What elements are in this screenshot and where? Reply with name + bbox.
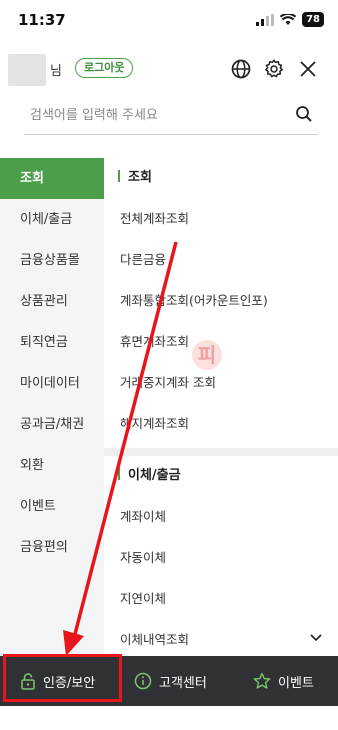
bottom-item-customer-center[interactable]: 고객센터 [134, 656, 207, 706]
sidebar-item-mydata[interactable]: 마이데이터 [0, 363, 104, 404]
sidebar-item-inquiry[interactable]: 조회 [0, 158, 104, 199]
gear-icon[interactable] [262, 57, 286, 81]
status-icons: 78 [256, 12, 324, 27]
globe-icon[interactable] [229, 57, 253, 81]
user-name: 님 [50, 64, 62, 79]
menu-item[interactable]: 전체계좌조회 [104, 198, 338, 239]
star-icon [253, 672, 271, 689]
close-icon[interactable] [296, 57, 320, 81]
category-sidebar: 조회 이체/출금 금융상품몰 상품관리 퇴직연금 마이데이터 공과금/채권 외환… [0, 158, 104, 656]
sidebar-item-product-management[interactable]: 상품관리 [0, 281, 104, 322]
menu-item[interactable]: 계좌통합조회(어카운트인포) [104, 280, 338, 321]
watermark-icon: 피 [192, 340, 222, 370]
menu-item[interactable]: 계좌이체 [104, 496, 338, 537]
sidebar-item-products[interactable]: 금융상품몰 [0, 240, 104, 281]
sidebar-item-bills[interactable]: 공과금/채권 [0, 404, 104, 445]
search-input[interactable] [28, 102, 282, 128]
search-icon[interactable] [294, 104, 314, 124]
menu-item[interactable]: 자동이체 [104, 537, 338, 578]
section-header-inquiry: 조회 [104, 158, 338, 198]
section-title: 조회 [128, 170, 152, 185]
sidebar-item-events[interactable]: 이벤트 [0, 486, 104, 527]
menu-header: 님 로그아웃 [0, 48, 338, 92]
avatar [8, 54, 46, 86]
status-bar: 11:37 78 [0, 0, 338, 44]
logout-button[interactable]: 로그아웃 [75, 58, 134, 78]
bottom-item-events[interactable]: 이벤트 [253, 656, 314, 706]
menu-item[interactable]: 다른금융 [104, 239, 338, 280]
section-accent-bar [118, 170, 120, 182]
battery-indicator: 78 [302, 12, 324, 27]
search-bar [24, 96, 318, 135]
sidebar-item-transfer[interactable]: 이체/출금 [0, 199, 104, 240]
sidebar-item-pension[interactable]: 퇴직연금 [0, 322, 104, 363]
status-time: 11:37 [18, 11, 66, 29]
menu-item[interactable]: 지연이체 [104, 578, 338, 619]
annotation-highlight-box [3, 654, 122, 702]
section-header-transfer: 이체/출금 [104, 456, 338, 496]
menu-item-expandable[interactable]: 이체내역조회 [104, 619, 338, 656]
home-indicator-area [0, 706, 338, 730]
bottom-item-label: 고객센터 [159, 675, 207, 691]
section-title: 이체/출금 [128, 468, 181, 483]
info-icon [134, 672, 152, 690]
menu-item-label: 이체내역조회 [120, 632, 190, 647]
section-divider [104, 448, 338, 456]
menu-content: 조회 전체계좌조회 다른금융 계좌통합조회(어카운트인포) 휴면계좌조회 거래중… [104, 158, 338, 656]
signal-icon [256, 13, 275, 26]
menu-item[interactable]: 거래중지계좌 조회 [104, 362, 338, 403]
wifi-icon [280, 13, 297, 25]
sidebar-item-forex[interactable]: 외환 [0, 445, 104, 486]
section-accent-bar [118, 468, 120, 480]
chevron-down-icon[interactable] [310, 633, 322, 643]
sidebar-item-convenience[interactable]: 금융편의 [0, 527, 104, 568]
bottom-item-label: 이벤트 [278, 675, 314, 691]
menu-item[interactable]: 해지계좌조회 [104, 403, 338, 444]
